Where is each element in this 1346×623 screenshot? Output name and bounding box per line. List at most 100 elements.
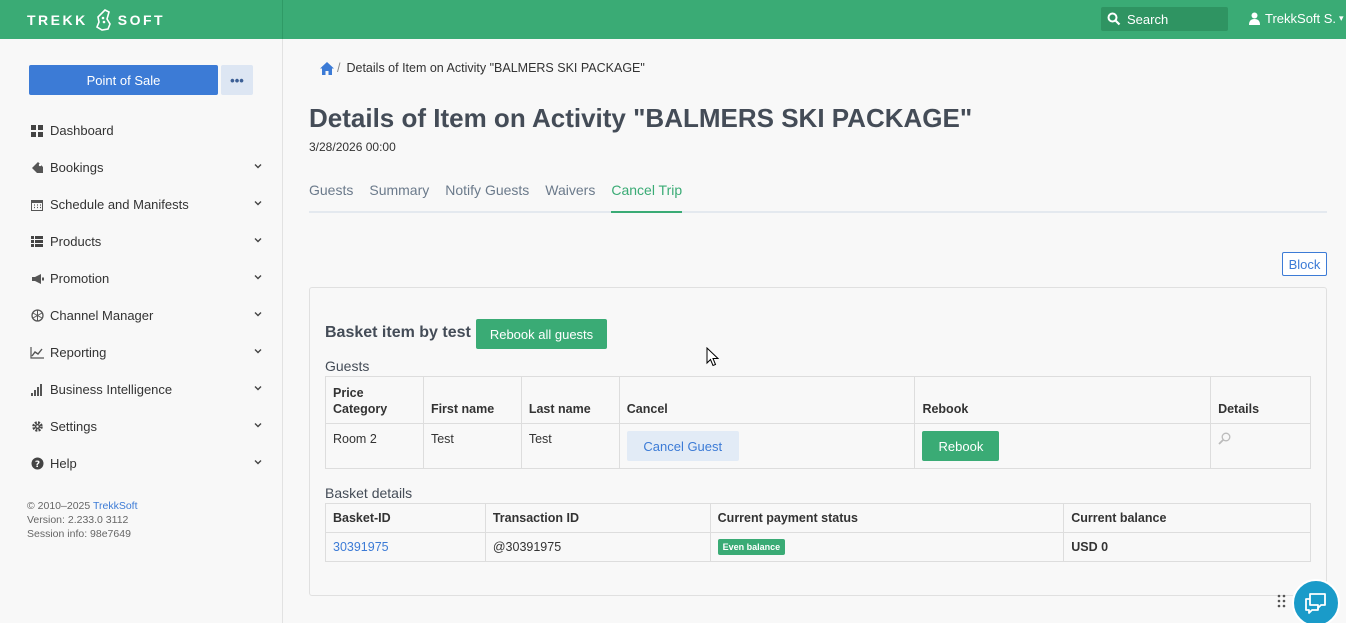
breadcrumb-separator: / [337, 61, 341, 75]
rebook-button[interactable]: Rebook [922, 431, 1000, 461]
table-row: 30391975 @30391975 Even balance USD 0 [325, 532, 1311, 562]
magnifier-icon[interactable] [1218, 432, 1231, 445]
sidebar-item-label: Dashboard [50, 123, 114, 138]
boot-icon [94, 8, 112, 31]
globe-icon [30, 309, 44, 323]
sidebar-item-products[interactable]: Products [0, 223, 283, 260]
main-content: / Details of Item on Activity "BALMERS S… [284, 39, 1346, 623]
balance-cell: USD 0 [1063, 532, 1311, 562]
column-header: Basket-ID [325, 503, 486, 533]
column-header: Last name [520, 376, 620, 424]
last-name-cell: Test [520, 423, 620, 469]
payment-status-cell: Even balance [709, 532, 1065, 562]
sidebar-item-settings[interactable]: Settings [0, 408, 283, 445]
first-name-cell: Test [422, 423, 522, 469]
basket-id-cell: 30391975 [325, 532, 486, 562]
basket-details-table: Basket-ID Transaction ID Current payment… [325, 503, 1311, 562]
question-icon: ? [30, 457, 44, 471]
sidebar-item-label: Promotion [50, 271, 110, 286]
sidebar-item-bookings[interactable]: Bookings [0, 149, 283, 186]
tab-cancel-trip[interactable]: Cancel Trip [611, 180, 683, 213]
column-header: First name [422, 376, 522, 424]
sidebar-item-promotion[interactable]: Promotion [0, 260, 283, 297]
basket-details-section-label: Basket details [325, 485, 413, 501]
rebook-all-guests-button[interactable]: Rebook all guests [476, 319, 607, 349]
sidebar-item-business-intelligence[interactable]: Business Intelligence [0, 371, 283, 408]
guests-table: Price Category First name Last name Canc… [325, 376, 1311, 469]
basket-title: Basket item by test [325, 324, 471, 341]
table-header-row: Price Category First name Last name Canc… [325, 376, 1311, 424]
rebook-cell: Rebook [914, 423, 1212, 469]
table-row: Room 2 Test Test Cancel Guest Rebook [325, 423, 1311, 469]
column-header: Current payment status [709, 503, 1065, 533]
column-header: Transaction ID [484, 503, 711, 533]
search-label: Search [1127, 11, 1169, 27]
chevron-down-icon [254, 275, 262, 280]
dashboard-icon [30, 124, 44, 138]
more-options-button[interactable]: ••• [221, 65, 253, 95]
chevron-down-icon [254, 460, 262, 465]
page-title: Details of Item on Activity "BALMERS SKI… [309, 103, 973, 133]
sidebar: Point of Sale ••• Dashboard Bookings Sch… [0, 39, 283, 623]
user-name: TrekkSoft S. [1265, 11, 1337, 26]
point-of-sale-button[interactable]: Point of Sale [29, 65, 218, 95]
chevron-down-icon [254, 423, 262, 428]
cancel-guest-button[interactable]: Cancel Guest [626, 431, 739, 461]
sidebar-item-label: Products [50, 234, 102, 249]
bar-signal-icon [30, 383, 44, 397]
chevron-down-icon [254, 349, 262, 354]
column-header: Current balance [1063, 503, 1311, 533]
drag-handle-icon[interactable] [1277, 594, 1287, 608]
breadcrumb-current: Details of Item on Activity "BALMERS SKI… [346, 61, 645, 75]
price-category-cell: Room 2 [325, 423, 424, 469]
caret-down-icon: ▾ [1339, 13, 1344, 23]
sidebar-item-reporting[interactable]: Reporting [0, 334, 283, 371]
search-icon [1107, 12, 1121, 26]
logo-text-right: SOFT [117, 11, 166, 28]
chevron-down-icon [254, 164, 262, 169]
tab-guests[interactable]: Guests [309, 180, 353, 213]
guests-section-label: Guests [325, 358, 370, 374]
column-header: Details [1210, 376, 1311, 424]
details-cell [1210, 423, 1311, 469]
sidebar-item-schedule[interactable]: Schedule and Manifests [0, 186, 283, 223]
cancel-cell: Cancel Guest [618, 423, 916, 469]
sidebar-item-help[interactable]: ? Help [0, 445, 283, 482]
sidebar-item-label: Help [50, 456, 77, 471]
home-icon[interactable] [320, 61, 334, 75]
basket-panel: Basket item by test Rebook all guests Gu… [309, 287, 1327, 596]
trekksoft-link[interactable]: TrekkSoft [93, 500, 138, 512]
breadcrumb: / Details of Item on Activity "BALMERS S… [320, 61, 645, 75]
tab-bar: Guests Summary Notify Guests Waivers Can… [309, 180, 1327, 213]
activity-date: 3/28/2026 00:00 [309, 140, 396, 154]
user-menu[interactable]: TrekkSoft S. ▾ [1249, 11, 1344, 26]
top-bar: TREKK SOFT Search TrekkSoft S. ▾ [0, 0, 1346, 39]
chat-button[interactable] [1292, 579, 1340, 623]
sidebar-item-dashboard[interactable]: Dashboard [0, 112, 283, 149]
tab-waivers[interactable]: Waivers [545, 180, 595, 213]
version-text: Version: 2.233.0 3112 [27, 514, 129, 526]
sidebar-item-label: Bookings [50, 160, 104, 175]
sidebar-item-label: Settings [50, 419, 97, 434]
chevron-down-icon [254, 312, 262, 317]
basket-id-link[interactable]: 30391975 [333, 540, 389, 554]
sidebar-nav: Dashboard Bookings Schedule and Manifest… [0, 112, 283, 482]
tab-summary[interactable]: Summary [369, 180, 429, 213]
search-box[interactable]: Search [1101, 7, 1228, 31]
block-button[interactable]: Block [1282, 252, 1327, 276]
line-chart-icon [30, 346, 44, 360]
sidebar-item-channel-manager[interactable]: Channel Manager [0, 297, 283, 334]
column-header: Price Category [325, 376, 424, 424]
tab-notify-guests[interactable]: Notify Guests [445, 180, 529, 213]
megaphone-icon [30, 272, 44, 286]
session-info-text: Session info: 98e7649 [27, 528, 131, 540]
chevron-down-icon [254, 201, 262, 206]
svg-text:?: ? [34, 460, 39, 470]
logo[interactable]: TREKK SOFT [0, 0, 283, 39]
chat-bubble-icon [1305, 593, 1326, 614]
gear-icon [30, 420, 44, 434]
copyright-text: © 2010–2025 [27, 500, 93, 512]
mouse-cursor-icon [706, 347, 720, 367]
sidebar-footer: © 2010–2025 TrekkSoft Version: 2.233.0 3… [27, 499, 138, 541]
status-badge: Even balance [717, 539, 786, 555]
